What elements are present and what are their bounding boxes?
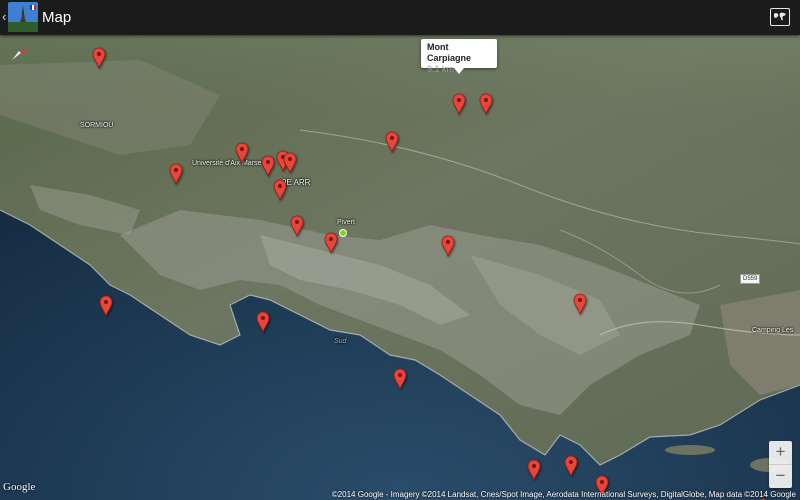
satellite-imagery [0,35,800,500]
globe-map-type-icon[interactable] [770,8,790,26]
map-view[interactable]: SORMIOU Université d'Aix Marseille 9E AR… [0,35,800,500]
map-marker-pin[interactable] [452,93,466,116]
road-badge-d559: D559 [740,274,761,284]
place-label-sormiou: SORMIOU [80,122,114,129]
map-marker-pin[interactable] [256,311,270,334]
page-title: Map [42,9,72,26]
eiffel-tower-app-icon[interactable] [8,2,38,32]
map-marker-pin[interactable] [573,293,587,316]
map-marker-pin[interactable] [261,155,275,178]
current-location-dot [339,229,347,237]
map-marker-pin[interactable] [99,295,113,318]
action-bar: ‹ Map [0,0,800,35]
zoom-in-button[interactable]: + [769,441,792,464]
back-caret-icon[interactable]: ‹ [2,9,6,24]
map-marker-pin[interactable] [169,163,183,186]
info-window[interactable]: Mont Carpiagne 9.1 km [421,39,497,74]
info-window-distance: 9.1 km [427,64,455,74]
place-label-camping: Camping Les [752,327,794,334]
map-marker-pin[interactable] [479,93,493,116]
map-marker-pin[interactable] [385,131,399,154]
map-marker-pin[interactable] [290,215,304,238]
map-marker-pin[interactable] [564,455,578,478]
map-marker-pin[interactable] [283,152,297,175]
map-marker-pin[interactable] [441,235,455,258]
place-label-universite: Université d'Aix Marseille [192,160,270,167]
map-marker-pin[interactable] [527,459,541,482]
map-attribution: ©2014 Google - Imagery ©2014 Landsat, Cn… [331,490,796,499]
info-window-title: Mont Carpiagne [427,42,472,63]
map-marker-pin[interactable] [273,179,287,202]
google-logo: Google [3,481,36,493]
map-marker-pin[interactable] [324,232,338,255]
sea-label: Sud [334,338,347,345]
zoom-out-button[interactable]: − [769,465,792,488]
map-marker-pin[interactable] [235,142,249,165]
place-label-pivert: Pivert [337,219,355,226]
map-marker-pin[interactable] [92,47,106,70]
compass-icon[interactable] [10,42,32,64]
zoom-controls: + − [769,441,792,488]
map-marker-pin[interactable] [393,368,407,391]
